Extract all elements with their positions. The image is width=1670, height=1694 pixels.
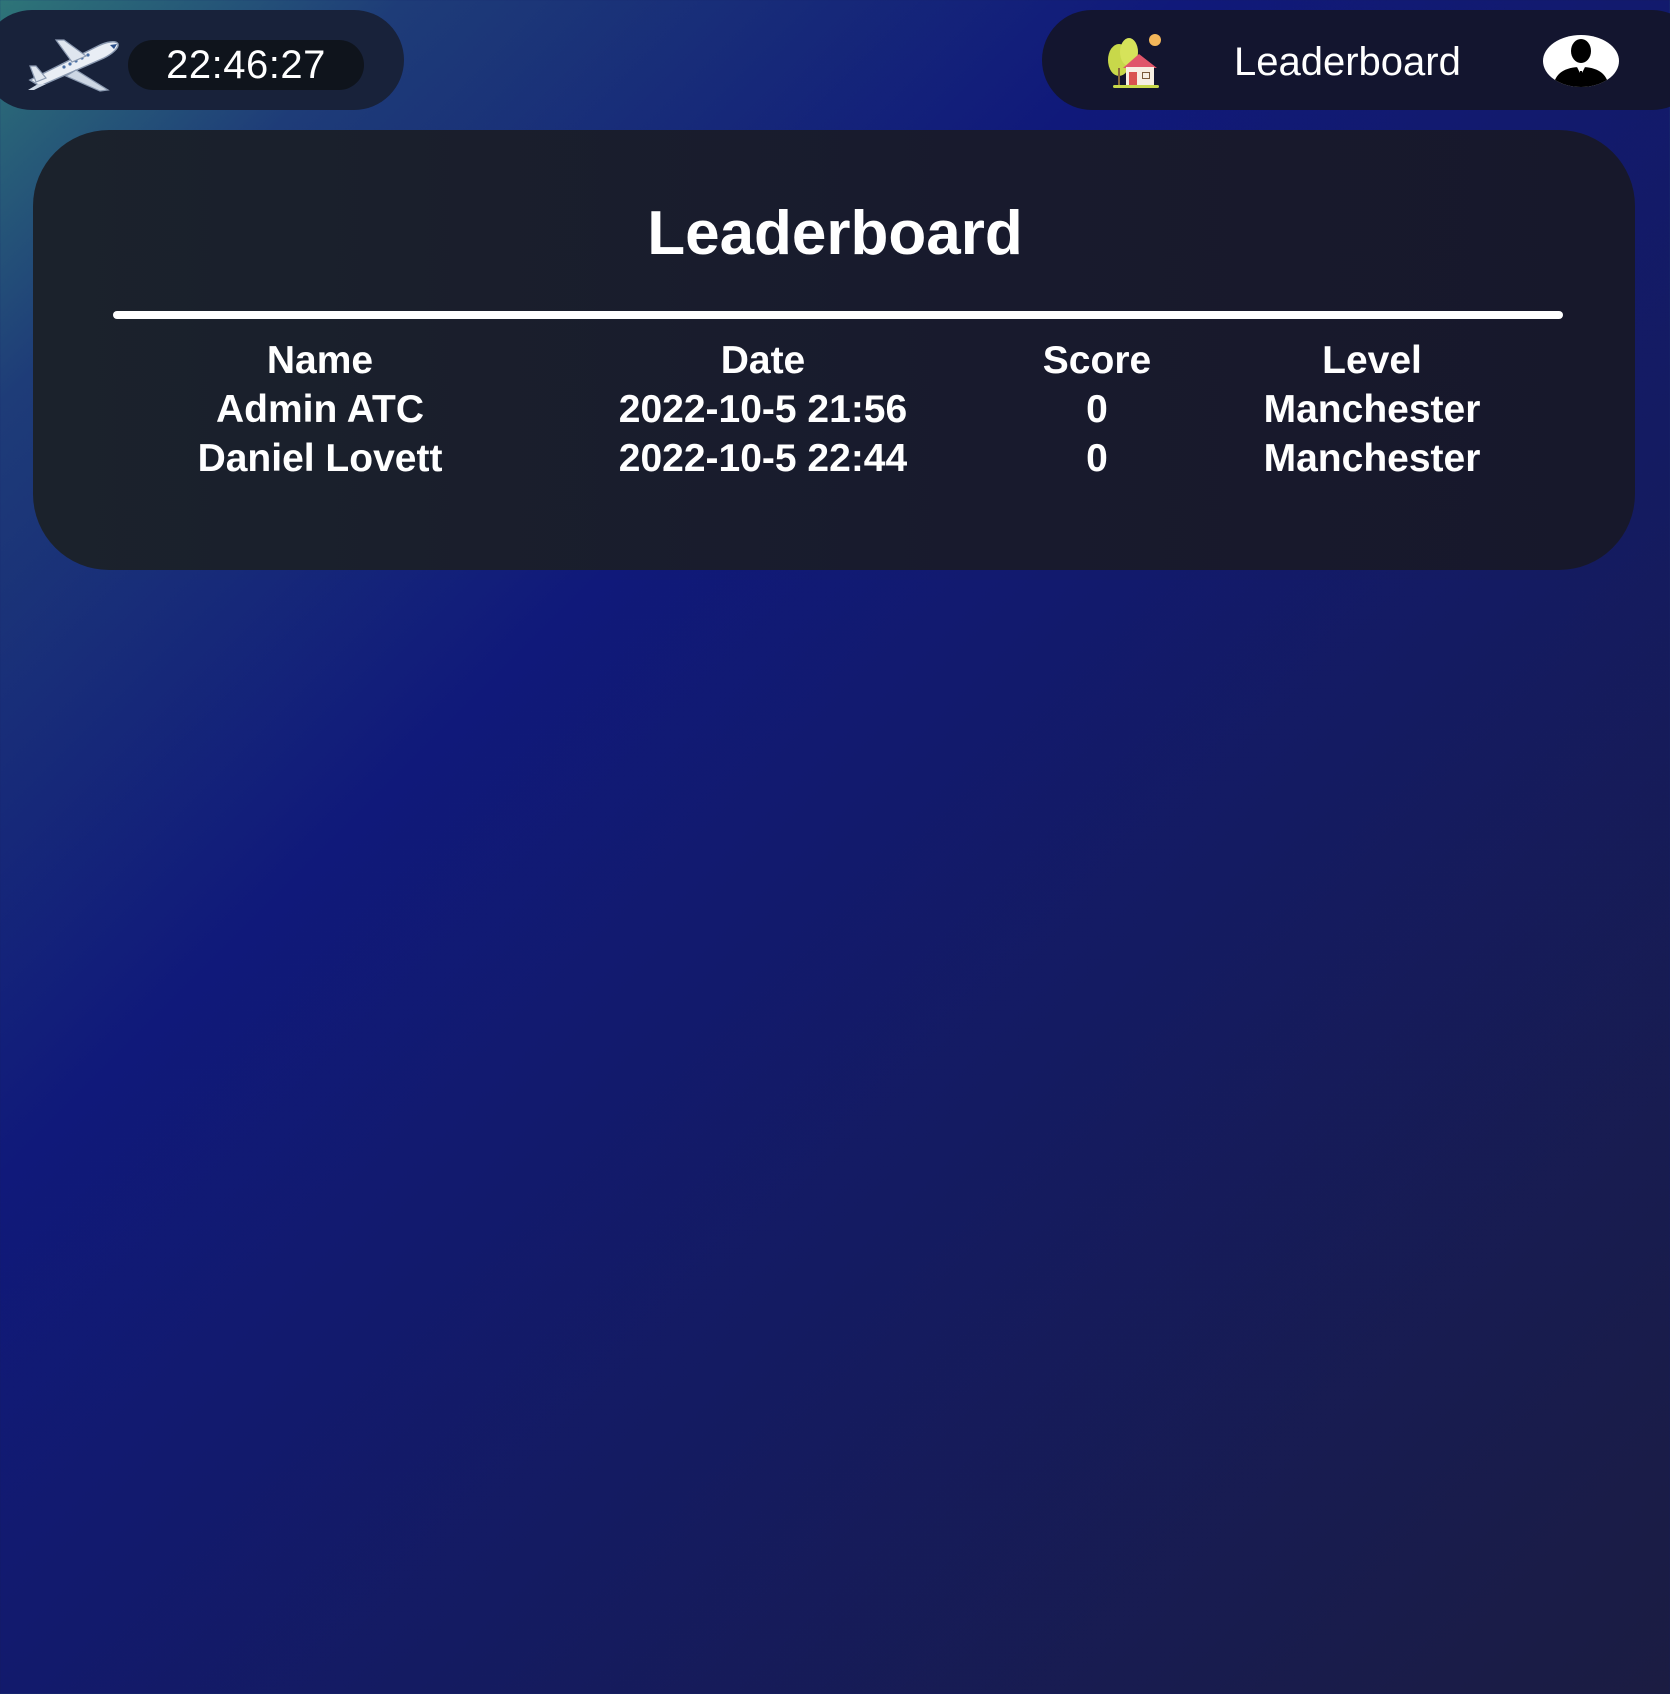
- top-nav: Leaderboard: [1042, 10, 1670, 110]
- column-header-level: Level: [1322, 339, 1422, 382]
- table-header-row: Name Date Score Level: [0, 336, 1670, 385]
- cell-score: 0: [1086, 388, 1108, 431]
- leaderboard-table: Name Date Score Level Admin ATC 2022-10-…: [0, 336, 1670, 483]
- column-header-name: Name: [266, 339, 374, 382]
- cell-score: 0: [1086, 437, 1108, 480]
- column-header-date: Date: [720, 339, 806, 382]
- cell-date: 2022-10-5 21:56: [618, 388, 908, 431]
- title-divider: [113, 311, 1563, 319]
- airplane-icon: [28, 39, 119, 92]
- column-header-score: Score: [1042, 339, 1152, 382]
- table-row: Admin ATC 2022-10-5 21:56 0 Manchester: [0, 385, 1670, 434]
- leaderboard-nav-link[interactable]: Leaderboard: [1234, 38, 1461, 86]
- cell-level: Manchester: [1263, 388, 1481, 431]
- cell-date: 2022-10-5 22:44: [618, 437, 908, 480]
- cell-name: Daniel Lovett: [197, 437, 443, 480]
- page-title: Leaderboard: [647, 199, 1023, 268]
- cell-level: Manchester: [1263, 437, 1481, 480]
- home-icon[interactable]: [1105, 32, 1163, 90]
- cell-name: Admin ATC: [216, 388, 424, 431]
- table-row: Daniel Lovett 2022-10-5 22:44 0 Manchest…: [0, 434, 1670, 483]
- clock-time: 22:46:27: [128, 40, 364, 90]
- user-avatar-icon[interactable]: [1543, 35, 1619, 87]
- clock-widget: 22:46:27: [0, 10, 404, 110]
